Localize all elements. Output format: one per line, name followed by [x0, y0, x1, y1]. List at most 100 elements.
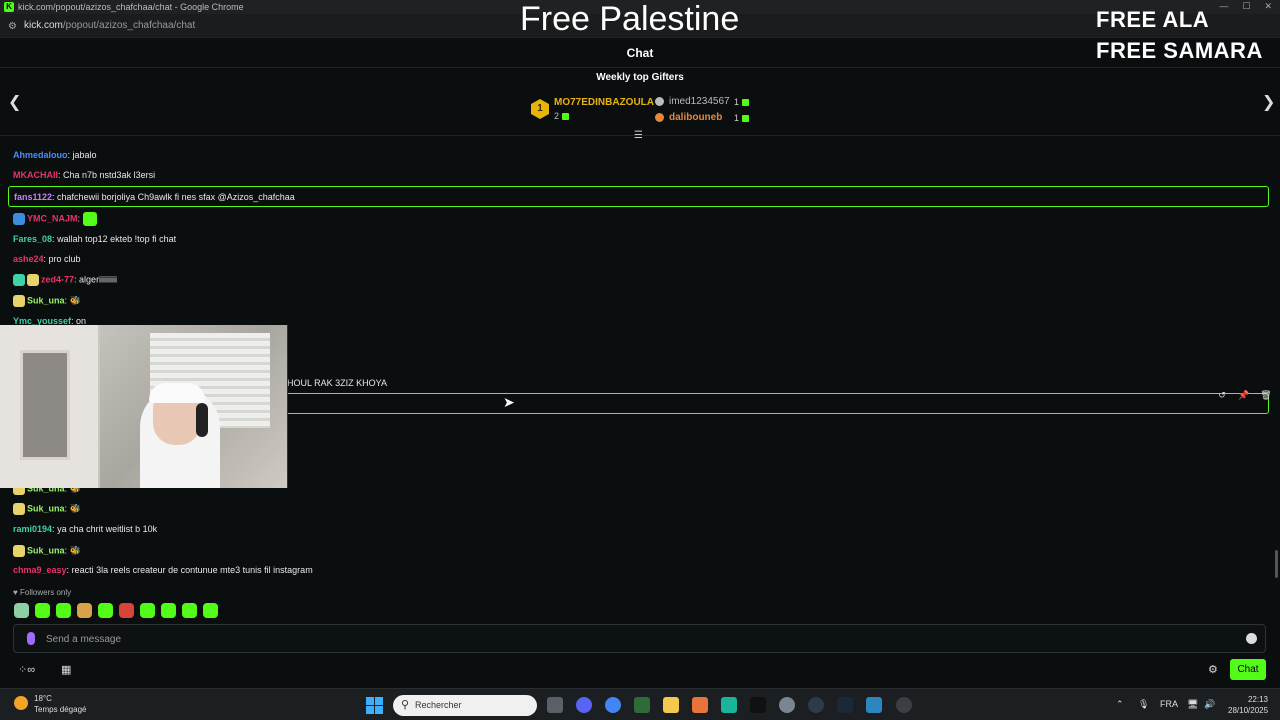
emote-icon[interactable] — [35, 603, 50, 618]
system-clock[interactable]: 22:13 28/10/2025 — [1228, 694, 1268, 716]
heart-icon: ♥ — [13, 588, 20, 597]
store-icon[interactable]: ▦ — [61, 663, 71, 676]
emoji-picker-icon[interactable] — [1246, 633, 1257, 644]
chat-message: Fares_08: wallah top12 ekteb !top fi cha… — [13, 234, 177, 244]
settings-icon[interactable] — [779, 697, 795, 713]
chat-message: YMC_NAJM: — [13, 212, 99, 226]
emote-icon[interactable] — [14, 603, 29, 618]
overlay-center-text: Free Palestine — [520, 0, 740, 38]
obs-icon[interactable] — [896, 697, 912, 713]
scrollbar[interactable] — [1275, 550, 1278, 578]
webcam-overlay — [0, 325, 288, 488]
kick-logo-icon: K — [4, 2, 14, 12]
message-username[interactable]: zed4-77 — [41, 274, 74, 284]
gifter-3-name[interactable]: dalibouneb — [669, 112, 722, 123]
app-icon[interactable] — [866, 697, 882, 713]
chat-message: Suk_una: 🐝 — [13, 503, 81, 515]
network-icon[interactable]: 🖥 — [1187, 699, 1198, 710]
emote-icon[interactable] — [161, 603, 176, 618]
app-icon[interactable] — [721, 697, 737, 713]
file-explorer-icon[interactable] — [663, 697, 679, 713]
message-input[interactable] — [46, 631, 1226, 647]
temperature: 18°C — [34, 694, 52, 703]
windows-taskbar: 18°C Temps dégagé Rechercher ⌃ 🎙 FRA 🖥 🔊… — [0, 688, 1280, 720]
gifter-3-count: 1 — [734, 113, 750, 123]
emote-icon[interactable] — [56, 603, 71, 618]
kick-gift-icon — [742, 99, 750, 107]
gifters-title: Weekly top Gifters — [596, 72, 684, 83]
message-actions: ↺ 📌 🗑 — [1214, 388, 1274, 402]
message-username[interactable]: rami0194 — [13, 524, 52, 534]
windows-start-icon[interactable] — [366, 697, 383, 714]
emote-icon[interactable] — [203, 603, 218, 618]
chrome-icon[interactable] — [605, 697, 621, 713]
emote-icon[interactable] — [182, 603, 197, 618]
message-text: algeriiiiiiiii — [79, 274, 118, 285]
message-text: pro club — [48, 254, 81, 264]
kick-gift-icon — [742, 115, 750, 123]
steam-icon[interactable] — [837, 697, 853, 713]
points-icon[interactable]: ⁘∞ — [18, 663, 35, 676]
reply-icon[interactable]: ↺ — [1214, 388, 1230, 402]
badge-icon — [13, 545, 25, 557]
filter-icon[interactable]: ☰ — [634, 130, 643, 141]
language-indicator[interactable]: FRA — [1160, 699, 1178, 709]
emote-icon[interactable] — [119, 603, 134, 618]
top-gifter-name[interactable]: MO77EDINBAZOULA — [554, 97, 654, 108]
chevron-up-icon[interactable]: ⌃ — [1116, 699, 1124, 710]
headphones — [196, 403, 208, 437]
chat-input-box — [13, 624, 1266, 653]
message-username[interactable]: fans1122 — [14, 192, 52, 202]
delete-icon[interactable]: 🗑 — [1258, 388, 1274, 402]
chevron-left-icon[interactable]: ❮ — [8, 92, 21, 112]
gifter-2-name[interactable]: imed1234567 — [669, 96, 730, 107]
message-username[interactable]: MKACHAII — [13, 170, 58, 180]
message-text: reacti 3la reels createur de contunue mt… — [71, 565, 313, 575]
message-username[interactable]: Suk_una — [27, 503, 65, 513]
message-text: 🐝 — [69, 503, 81, 514]
emote-icon[interactable] — [140, 603, 155, 618]
bronze-badge-icon — [655, 113, 664, 122]
app-icon[interactable] — [692, 697, 708, 713]
site-info-icon[interactable]: ⚙ — [8, 21, 17, 32]
message-text: ya cha chrit weitlist b 10k — [57, 524, 158, 534]
emote-icon[interactable] — [77, 603, 92, 618]
top-gifter-count-value: 2 — [554, 111, 560, 121]
chat-message: Ahmedalouo: jabalo — [13, 150, 97, 160]
message-username[interactable]: Fares_08 — [13, 234, 52, 244]
close-icon[interactable]: ✕ — [1264, 1, 1272, 12]
media-player-icon[interactable] — [808, 697, 824, 713]
discord-icon[interactable] — [576, 697, 592, 713]
kick-gift-icon — [562, 113, 570, 121]
message-username[interactable]: Suk_una — [27, 545, 65, 555]
clock-date: 28/10/2025 — [1228, 706, 1269, 715]
message-username[interactable]: chma9_easy — [13, 565, 67, 575]
followers-only-label: Followers only — [19, 588, 72, 597]
app-icon[interactable] — [634, 697, 650, 713]
settings-gear-icon[interactable]: ⚙ — [1208, 663, 1218, 676]
window-title: kick.com/popout/azizos_chafchaa/chat - G… — [18, 2, 244, 12]
chevron-right-icon[interactable]: ❯ — [1262, 92, 1275, 112]
chat-message: zed4-77: algeriiiiiiiii — [13, 274, 117, 286]
message-username[interactable]: Suk_una — [27, 295, 65, 305]
weather-widget[interactable]: 18°C Temps dégagé — [14, 693, 86, 715]
message-username[interactable]: ashe24 — [13, 254, 44, 264]
volume-icon[interactable]: 🔊 — [1204, 699, 1215, 710]
url-domain: kick.com — [24, 20, 63, 31]
emote-icon[interactable] — [98, 603, 113, 618]
chat-message: Suk_una: 🐝 — [13, 295, 81, 307]
message-username[interactable]: Ahmedalouo — [13, 150, 68, 160]
mic-icon[interactable] — [27, 632, 35, 645]
message-username[interactable]: YMC_NAJM — [27, 213, 78, 223]
badge-icon — [13, 295, 25, 307]
taskbar-search[interactable]: Rechercher — [393, 695, 537, 716]
chat-header: Chat — [0, 38, 1280, 68]
badge-icon — [13, 213, 25, 225]
task-view-icon[interactable] — [547, 697, 563, 713]
chat-message: ashe24: pro club — [13, 254, 81, 264]
microphone-icon[interactable]: 🎙 — [1138, 699, 1149, 710]
capcut-icon[interactable] — [750, 697, 766, 713]
pin-icon[interactable]: 📌 — [1236, 388, 1252, 402]
chat-message: rami0194: ya cha chrit weitlist b 10k — [13, 524, 158, 534]
send-chat-button[interactable]: Chat — [1230, 659, 1266, 680]
